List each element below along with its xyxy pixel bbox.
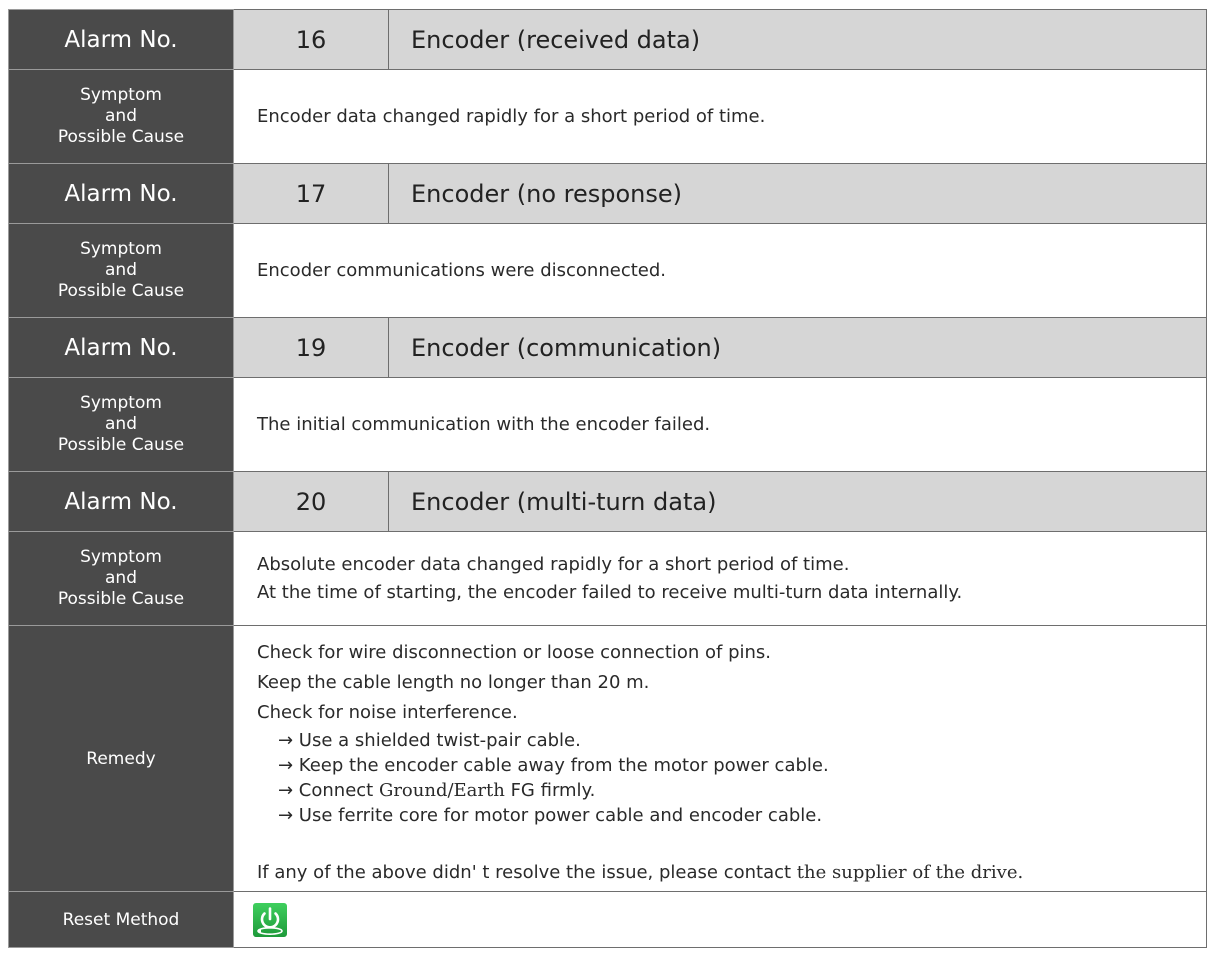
alarm-table: Alarm No. 16 Encoder (received data) Sym… — [8, 9, 1207, 948]
reset-row: Reset Method — [8, 891, 1207, 948]
alarm-name: Encoder (multi-turn data) — [388, 471, 1207, 532]
remedy-closing: If any of the above didn' t resolve the … — [257, 862, 1024, 883]
symptom-description: Encoder communications were disconnected… — [233, 223, 1207, 318]
alarm-name: Encoder (no response) — [388, 163, 1207, 224]
alarm-no-label: Alarm No. — [8, 163, 234, 224]
alarm-number: 17 — [233, 163, 389, 224]
remedy-sub-item: → Use a shielded twist-pair cable. — [278, 730, 581, 751]
alarm-header-row: Alarm No. 19 Encoder (communication) — [8, 317, 1207, 378]
alarm-no-label: Alarm No. — [8, 471, 234, 532]
remedy-row: Remedy Check for wire disconnection or l… — [8, 625, 1207, 892]
alarm-name: Encoder (received data) — [388, 9, 1207, 70]
symptom-description: The initial communication with the encod… — [233, 377, 1207, 472]
alarm-header-row: Alarm No. 17 Encoder (no response) — [8, 163, 1207, 224]
alarm-number: 20 — [233, 471, 389, 532]
alarm-number: 19 — [233, 317, 389, 378]
remedy-sub-item: → Connect Ground/Earth FG firmly. — [278, 780, 596, 801]
alarm-name: Encoder (communication) — [388, 317, 1207, 378]
alarm-no-label: Alarm No. — [8, 9, 234, 70]
alarm-table-page: Alarm No. 16 Encoder (received data) Sym… — [8, 9, 1207, 948]
symptom-row: Symptom and Possible Cause Absolute enco… — [8, 531, 1207, 626]
alarm-no-label: Alarm No. — [8, 317, 234, 378]
remedy-line: Check for wire disconnection or loose co… — [257, 642, 772, 663]
symptom-row: Symptom and Possible Cause Encoder commu… — [8, 223, 1207, 318]
alarm-header-row: Alarm No. 20 Encoder (multi-turn data) — [8, 471, 1207, 532]
remedy-sub-item: → Keep the encoder cable away from the m… — [278, 755, 829, 776]
reset-method-label: Reset Method — [8, 891, 234, 948]
alarm-number: 16 — [233, 9, 389, 70]
symptom-label: Symptom and Possible Cause — [8, 531, 234, 626]
remedy-content: Check for wire disconnection or loose co… — [233, 625, 1207, 892]
alarm-header-row: Alarm No. 16 Encoder (received data) — [8, 9, 1207, 70]
symptom-label: Symptom and Possible Cause — [8, 377, 234, 472]
reset-method-cell — [233, 891, 1207, 948]
symptom-description: Encoder data changed rapidly for a short… — [233, 69, 1207, 164]
symptom-description: Absolute encoder data changed rapidly fo… — [233, 531, 1207, 626]
power-reset-icon — [253, 902, 287, 937]
symptom-row: Symptom and Possible Cause Encoder data … — [8, 69, 1207, 164]
remedy-label: Remedy — [8, 625, 234, 892]
symptom-label: Symptom and Possible Cause — [8, 69, 234, 164]
symptom-row: Symptom and Possible Cause The initial c… — [8, 377, 1207, 472]
remedy-line: Keep the cable length no longer than 20 … — [257, 672, 650, 693]
remedy-line: Check for noise interference. — [257, 702, 518, 723]
symptom-label: Symptom and Possible Cause — [8, 223, 234, 318]
remedy-sub-item: → Use ferrite core for motor power cable… — [278, 805, 823, 826]
